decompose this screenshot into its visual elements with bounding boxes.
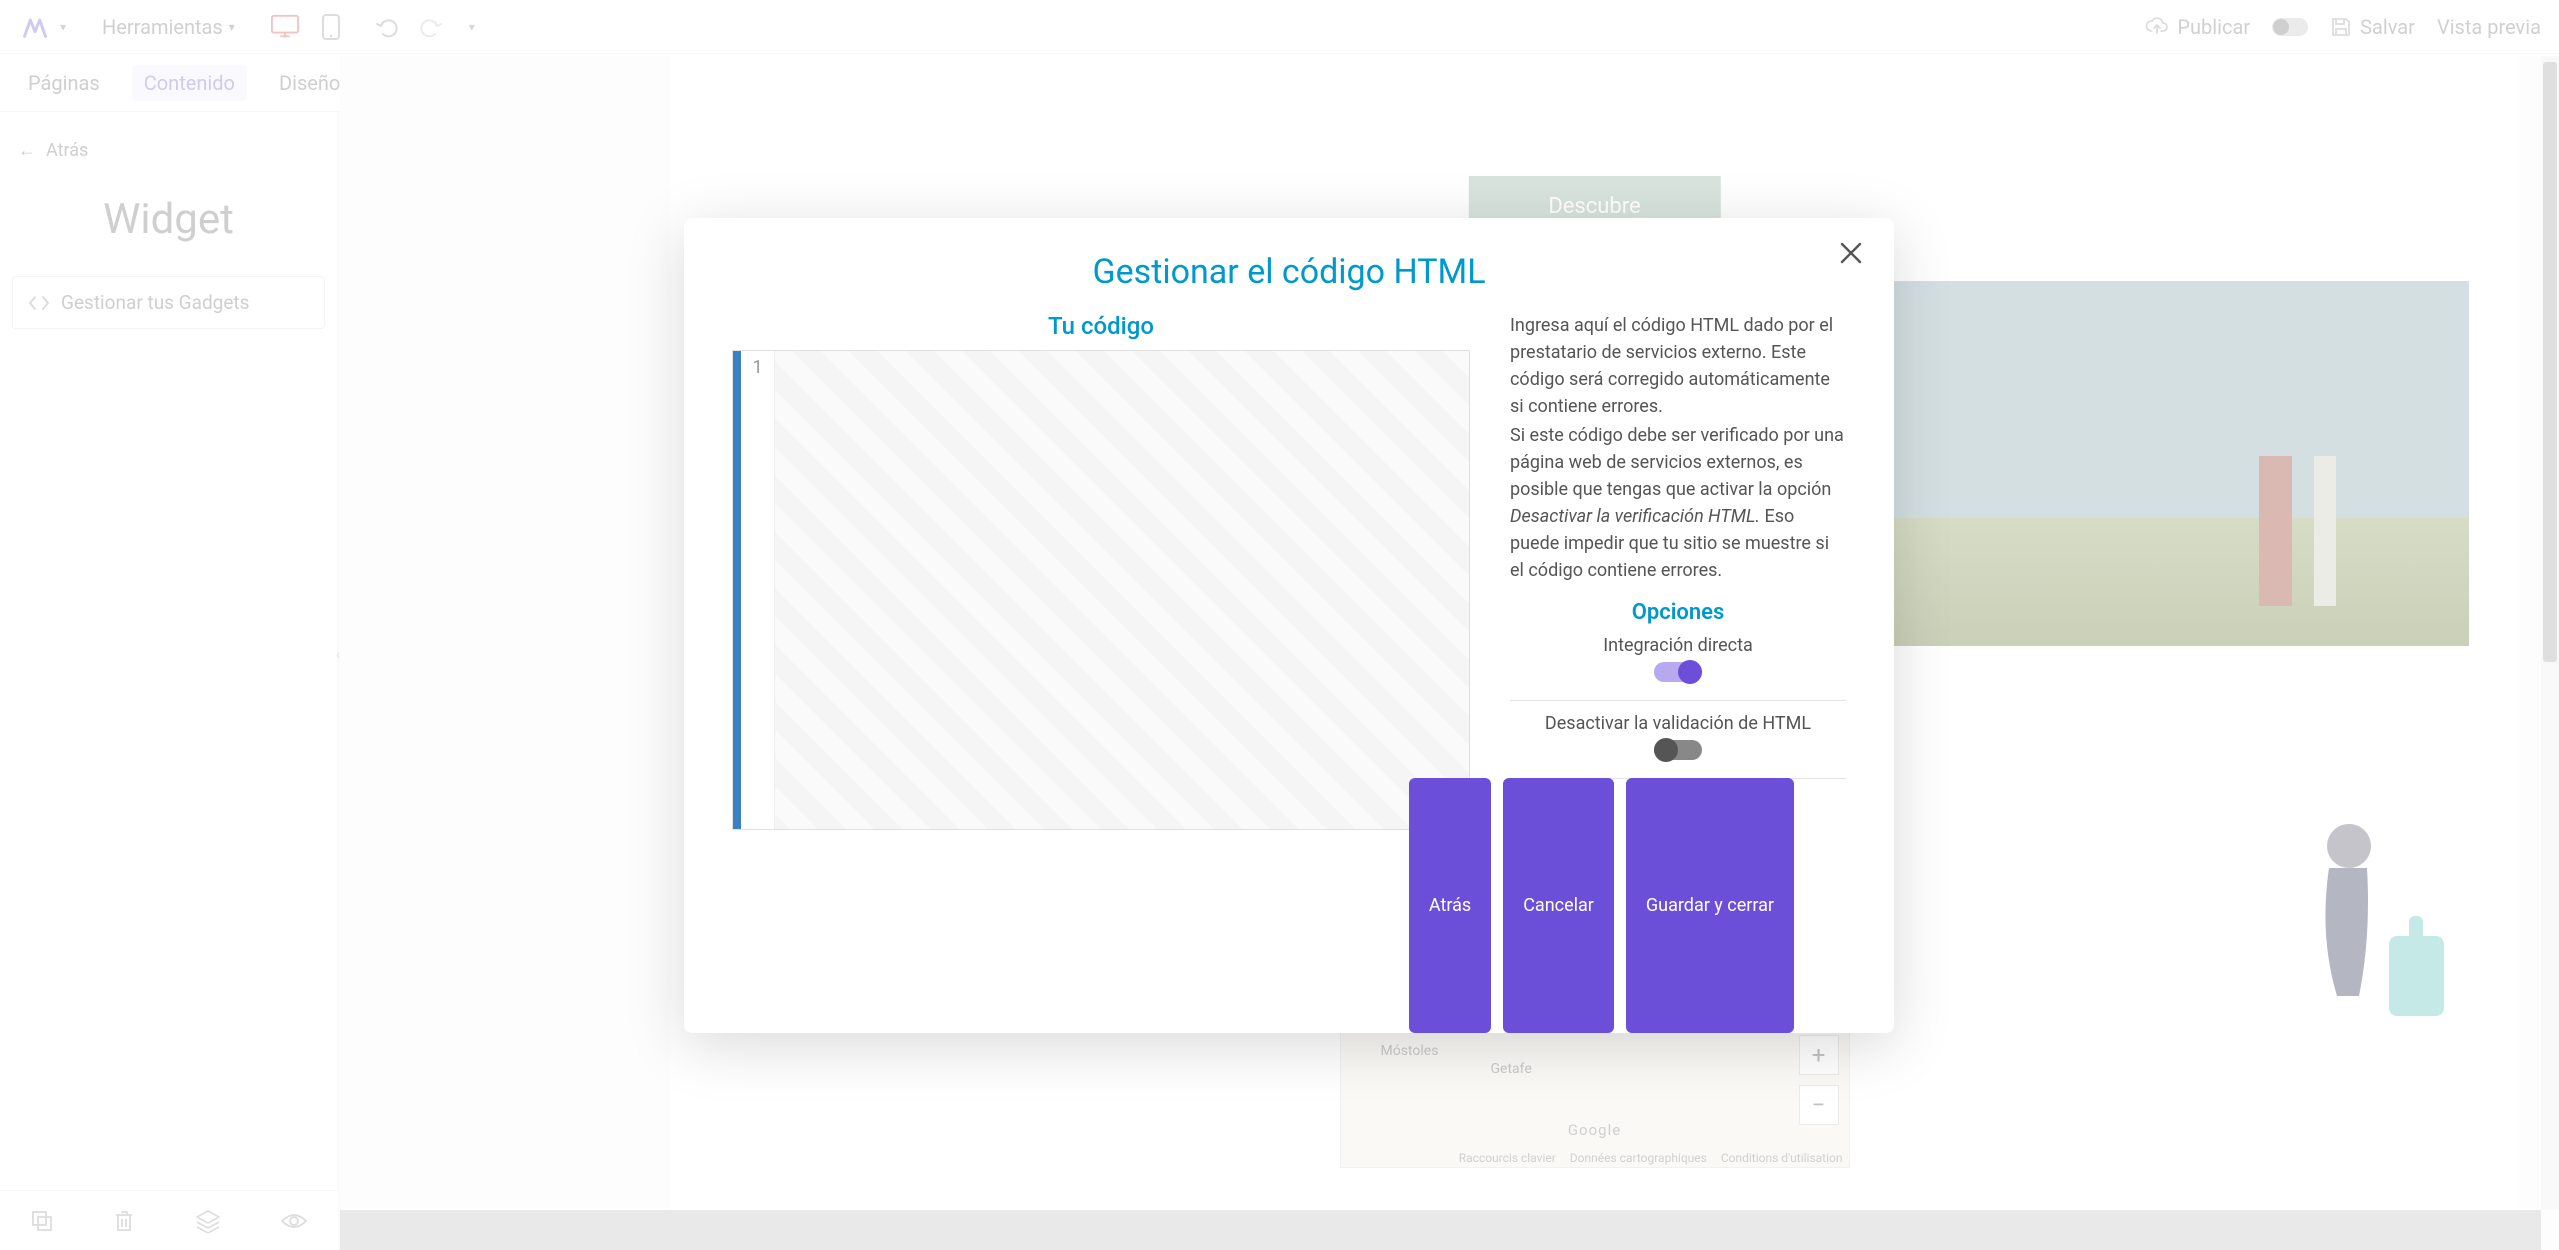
bottom-toolbar	[0, 1190, 338, 1250]
delete-icon[interactable]	[113, 1209, 135, 1233]
sidebar: ← Atrás Widget Gestionar tus Gadgets	[0, 112, 338, 1190]
app-logo[interactable]	[18, 10, 52, 44]
canvas-footer-strip	[340, 1210, 2541, 1250]
publish-label: Publicar	[2177, 15, 2250, 39]
tools-label: Herramientas	[102, 15, 223, 39]
save-icon	[2330, 16, 2352, 38]
modal-actions: Atrás Cancelar Guardar y cerrar	[1409, 778, 1794, 1033]
tab-design[interactable]: Diseño	[275, 65, 344, 101]
redo-icon[interactable]	[417, 16, 443, 38]
option-label: Desactivar la validación de HTML	[1510, 713, 1846, 734]
your-code-heading: Tu código	[732, 312, 1470, 340]
mobile-device-icon[interactable]	[317, 15, 345, 39]
app-menu-chevron[interactable]: ▾	[60, 20, 66, 34]
modal-description-1: Ingresa aquí el código HTML dado por el …	[1510, 312, 1846, 420]
option-label: Integración directa	[1510, 635, 1846, 656]
tools-menu[interactable]: Herramientas ▾	[90, 9, 247, 45]
manage-gadgets-label: Gestionar tus Gadgets	[61, 291, 249, 314]
option-direct-integration: Integración directa	[1510, 635, 1846, 701]
chevron-down-icon: ▾	[229, 20, 235, 34]
preview-label: Vista previa	[2437, 15, 2541, 39]
visibility-icon[interactable]	[280, 1211, 308, 1231]
map-footer-link[interactable]: Données cartographiques	[1570, 1151, 1707, 1165]
modal-title: Gestionar el código HTML	[732, 252, 1846, 292]
editor-accent-bar	[733, 351, 741, 829]
back-label: Atrás	[46, 140, 88, 161]
options-heading: Opciones	[1510, 600, 1846, 625]
map-label: Móstoles	[1381, 1043, 1439, 1059]
preview-button[interactable]: Vista previa	[2437, 15, 2541, 39]
map-brand: Google	[1568, 1121, 1621, 1139]
tab-content[interactable]: Contenido	[132, 65, 247, 101]
map-zoom-out[interactable]: −	[1799, 1085, 1839, 1125]
topbar: ▾ Herramientas ▾ ▾ Publicar Salvar V	[0, 0, 2559, 54]
option-disable-validation: Desactivar la validación de HTML	[1510, 713, 1846, 779]
save-button[interactable]: Salvar	[2330, 15, 2415, 39]
code-editor[interactable]: 1	[732, 350, 1470, 830]
traveler-illustration	[2259, 816, 2459, 1036]
map-footer-link[interactable]: Raccourcis clavier	[1459, 1151, 1556, 1165]
modal-back-button[interactable]: Atrás	[1409, 778, 1491, 1033]
direct-integration-toggle[interactable]	[1654, 662, 1702, 682]
canvas-scrollbar[interactable]	[2541, 56, 2559, 1210]
map-zoom-in[interactable]: +	[1799, 1035, 1839, 1075]
sidebar-title: Widget	[12, 195, 325, 244]
modal-description-2: Si este código debe ser verificado por u…	[1510, 422, 1846, 584]
map-footer-link[interactable]: Conditions d'utilisation	[1721, 1151, 1843, 1165]
layers-icon[interactable]	[195, 1209, 221, 1233]
tab-pages[interactable]: Páginas	[24, 65, 104, 101]
modal-close-button[interactable]	[1838, 240, 1864, 266]
disable-validation-toggle[interactable]	[1654, 740, 1702, 760]
line-number: 1	[741, 357, 774, 378]
publish-button[interactable]: Publicar	[2145, 15, 2250, 39]
publish-toggle[interactable]	[2272, 18, 2308, 36]
duplicate-icon[interactable]	[30, 1209, 54, 1233]
arrow-left-icon: ←	[18, 140, 36, 161]
history-chevron[interactable]: ▾	[469, 20, 475, 34]
map-footer: Raccourcis clavier Données cartographiqu…	[1459, 1151, 1843, 1165]
modal-cancel-button[interactable]: Cancelar	[1503, 778, 1614, 1033]
save-label: Salvar	[2360, 15, 2415, 39]
html-code-modal: Gestionar el código HTML Tu código 1 Ing…	[684, 218, 1894, 1033]
scrollbar-thumb[interactable]	[2543, 62, 2557, 662]
code-icon	[29, 295, 49, 311]
cloud-upload-icon	[2145, 17, 2169, 37]
sidebar-item-manage-gadgets[interactable]: Gestionar tus Gadgets	[12, 276, 325, 329]
close-icon	[1838, 240, 1864, 266]
undo-icon[interactable]	[375, 16, 401, 38]
modal-save-close-button[interactable]: Guardar y cerrar	[1626, 778, 1794, 1033]
sidebar-back[interactable]: ← Atrás	[12, 132, 325, 169]
desktop-device-icon[interactable]	[271, 15, 299, 39]
map-label: Getafe	[1491, 1061, 1532, 1077]
editor-textarea[interactable]	[775, 351, 1469, 829]
editor-gutter: 1	[741, 351, 775, 829]
